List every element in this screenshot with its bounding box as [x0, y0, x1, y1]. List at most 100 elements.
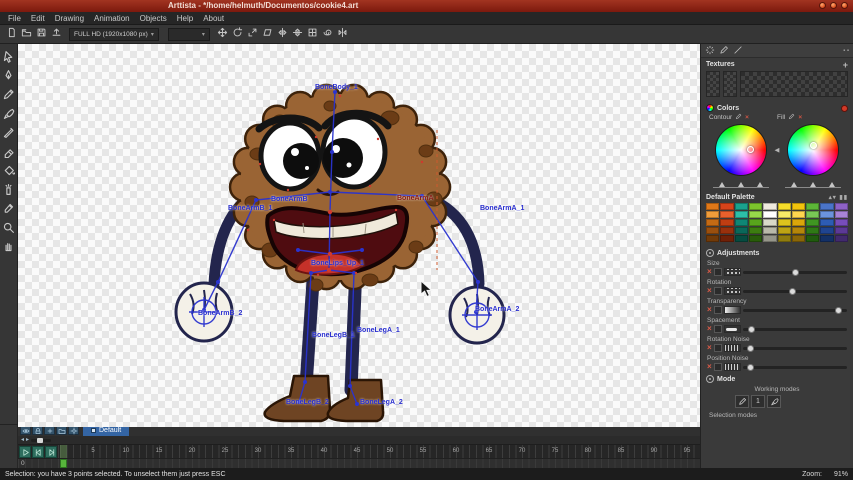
reset-x-button[interactable]: ×	[707, 269, 712, 275]
canvas[interactable]: BoneBody_1BoneArmB_1BoneArmBBoneArmABone…	[18, 44, 700, 427]
palette-swatch[interactable]	[763, 219, 776, 226]
palette-swatch[interactable]	[706, 211, 719, 218]
reset-x-button[interactable]: ×	[707, 326, 712, 332]
palette-swatch[interactable]	[749, 203, 762, 210]
slider-handle[interactable]	[789, 288, 796, 295]
zoom-slider-thumb[interactable]	[37, 438, 43, 443]
palette-swatch[interactable]	[806, 235, 819, 242]
palette-swatch[interactable]	[792, 219, 805, 226]
palette-swatch[interactable]	[792, 235, 805, 242]
slider-track[interactable]	[743, 366, 847, 369]
palette-swatch[interactable]	[835, 219, 848, 226]
palette-swatch[interactable]	[806, 211, 819, 218]
visibility-icon[interactable]	[20, 426, 31, 435]
slider-track[interactable]	[743, 271, 847, 274]
clear-contour-icon[interactable]: ×	[745, 114, 749, 121]
line-icon[interactable]	[733, 45, 743, 57]
spray-tool[interactable]	[0, 180, 17, 199]
palette-swatch[interactable]	[720, 219, 733, 226]
palette-swatch[interactable]	[763, 235, 776, 242]
move-icon[interactable]	[215, 25, 230, 40]
palette-swatch[interactable]	[735, 211, 748, 218]
timeline-ruler[interactable]: 5101520253035404550556065707580859095	[58, 445, 700, 458]
palette-swatch[interactable]	[806, 227, 819, 234]
scroll-left-icon[interactable]: ◂	[21, 437, 24, 443]
palette-swatch[interactable]	[778, 235, 791, 242]
palette-swatch[interactable]	[706, 219, 719, 226]
edit-fill-icon[interactable]	[788, 113, 795, 122]
palette-swatch[interactable]	[778, 219, 791, 226]
link-toggle[interactable]	[714, 325, 722, 333]
onion-skin-icon[interactable]	[320, 25, 335, 40]
palette-swatch[interactable]	[806, 219, 819, 226]
menu-drawing[interactable]: Drawing	[50, 14, 89, 23]
palette-swatch[interactable]	[792, 203, 805, 210]
texture-thumbnail[interactable]	[706, 71, 720, 97]
slider-track[interactable]	[743, 347, 847, 350]
menu-help[interactable]: Help	[172, 14, 198, 23]
palette-nav-icons[interactable]: ▴▾ ▮▮	[829, 194, 848, 201]
dropper-tool[interactable]	[0, 199, 17, 218]
layer-tab-default[interactable]: Default	[83, 426, 129, 436]
fill-value-slider[interactable]	[785, 179, 841, 188]
menu-animation[interactable]: Animation	[89, 14, 135, 23]
flip-vertical-icon[interactable]	[290, 25, 305, 40]
clear-fill-icon[interactable]: ×	[798, 114, 802, 121]
play-icon[interactable]	[19, 446, 31, 458]
palette-swatch[interactable]	[720, 211, 733, 218]
pencil-tool[interactable]	[0, 85, 17, 104]
menu-about[interactable]: About	[198, 14, 229, 23]
menu-objects[interactable]: Objects	[135, 14, 172, 23]
preset-dropdown[interactable]: ▾	[168, 28, 210, 41]
palette-swatch[interactable]	[778, 211, 791, 218]
palette-swatch[interactable]	[820, 235, 833, 242]
draw-mode-icon[interactable]	[735, 395, 749, 408]
link-toggle[interactable]	[714, 363, 722, 371]
grid-icon[interactable]	[305, 25, 320, 40]
palette-swatch[interactable]	[735, 203, 748, 210]
skew-icon[interactable]	[260, 25, 275, 40]
palette-swatch[interactable]	[820, 203, 833, 210]
reset-x-button[interactable]: ×	[707, 345, 712, 351]
palette-swatch[interactable]	[820, 227, 833, 234]
texture-thumbnail[interactable]	[723, 71, 737, 97]
edit-contour-icon[interactable]	[735, 113, 742, 122]
slider-handle[interactable]	[747, 345, 754, 352]
titlebar[interactable]: Arttista - */home/helmuth/Documentos/coo…	[0, 0, 853, 12]
scroll-right-icon[interactable]: ▸	[26, 437, 29, 443]
swap-colors-icon[interactable]: ◄	[773, 146, 781, 155]
palette-swatch[interactable]	[749, 219, 762, 226]
palette-swatch[interactable]	[778, 203, 791, 210]
new-file-icon[interactable]	[4, 25, 19, 40]
bone-mode-icon[interactable]: 1	[751, 395, 765, 408]
palette-swatch[interactable]	[835, 235, 848, 242]
palette-swatch[interactable]	[778, 227, 791, 234]
slider-handle[interactable]	[747, 364, 754, 371]
knife-tool[interactable]	[0, 123, 17, 142]
resolution-dropdown[interactable]: FULL HD (1920x1080 px) ▾	[69, 28, 159, 41]
add-layer-icon[interactable]	[44, 426, 55, 435]
menu-file[interactable]: File	[3, 14, 26, 23]
palette-swatch[interactable]	[835, 211, 848, 218]
lock-icon[interactable]	[32, 426, 43, 435]
palette-swatch[interactable]	[720, 235, 733, 242]
hand-tool[interactable]	[0, 237, 17, 256]
pen-icon[interactable]	[719, 45, 729, 57]
close-button[interactable]	[841, 2, 848, 9]
fill-color-wheel[interactable]	[787, 124, 839, 176]
dots-icon[interactable]: ▪ ▪	[843, 48, 849, 54]
slider-handle[interactable]	[835, 307, 842, 314]
palette-swatch[interactable]	[706, 227, 719, 234]
texture-strip[interactable]	[740, 71, 848, 97]
slider-handle[interactable]	[748, 326, 755, 333]
palette-swatch[interactable]	[720, 227, 733, 234]
save-file-icon[interactable]	[34, 25, 49, 40]
palette-swatch[interactable]	[749, 235, 762, 242]
timeline-zoom-slider[interactable]	[31, 439, 51, 442]
rotate-icon[interactable]	[230, 25, 245, 40]
frame-track[interactable]: 0	[18, 458, 700, 468]
palette-swatch[interactable]	[735, 219, 748, 226]
palette-swatch[interactable]	[706, 203, 719, 210]
export-icon[interactable]	[49, 25, 64, 40]
reset-color-button[interactable]	[841, 105, 848, 112]
